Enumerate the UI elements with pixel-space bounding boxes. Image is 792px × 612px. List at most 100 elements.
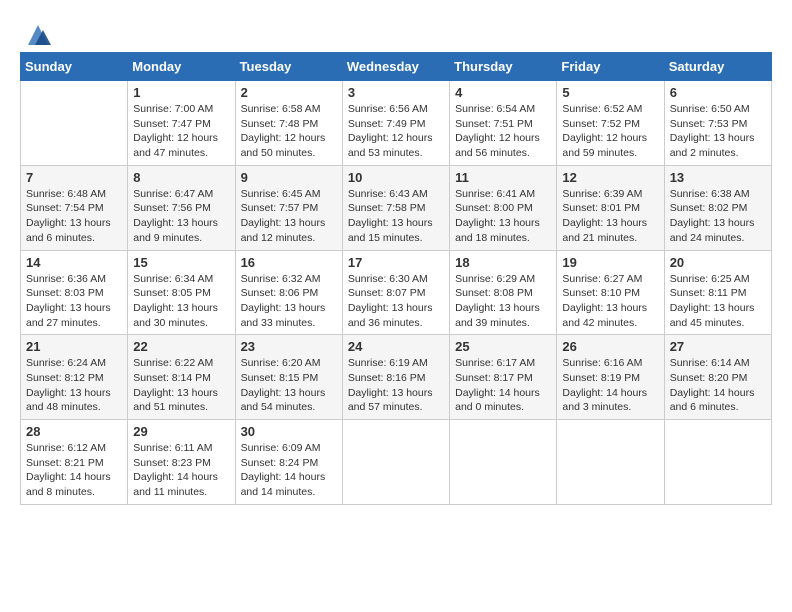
day-info: Sunrise: 6:48 AMSunset: 7:54 PMDaylight:… <box>26 187 122 246</box>
calendar-day-cell: 29 Sunrise: 6:11 AMSunset: 8:23 PMDayligh… <box>128 420 235 505</box>
day-info: Sunrise: 6:27 AMSunset: 8:10 PMDaylight:… <box>562 272 658 331</box>
calendar-day-cell: 20 Sunrise: 6:25 AMSunset: 8:11 PMDayligh… <box>664 250 771 335</box>
calendar-day-cell: 7 Sunrise: 6:48 AMSunset: 7:54 PMDaylight… <box>21 165 128 250</box>
calendar-day-cell: 28Sunrise: 6:12 AMSunset: 8:21 PMDayligh… <box>21 420 128 505</box>
day-info: Sunrise: 6:58 AMSunset: 7:48 PMDaylight:… <box>241 102 337 161</box>
logo <box>20 20 53 42</box>
day-info: Sunrise: 6:22 AMSunset: 8:14 PMDaylight:… <box>133 356 229 415</box>
day-info: Sunrise: 6:54 AMSunset: 7:51 PMDaylight:… <box>455 102 551 161</box>
day-info: Sunrise: 6:12 AMSunset: 8:21 PMDaylight:… <box>26 441 122 500</box>
day-number: 22 <box>133 339 229 354</box>
calendar-day-cell: 5 Sunrise: 6:52 AMSunset: 7:52 PMDaylight… <box>557 81 664 166</box>
day-info: Sunrise: 6:41 AMSunset: 8:00 PMDaylight:… <box>455 187 551 246</box>
day-number: 30 <box>241 424 337 439</box>
day-info: Sunrise: 6:17 AMSunset: 8:17 PMDaylight:… <box>455 356 551 415</box>
calendar-day-cell: 4 Sunrise: 6:54 AMSunset: 7:51 PMDaylight… <box>450 81 557 166</box>
day-number: 23 <box>241 339 337 354</box>
day-info: Sunrise: 6:14 AMSunset: 8:20 PMDaylight:… <box>670 356 766 415</box>
day-number: 5 <box>562 85 658 100</box>
day-info: Sunrise: 6:24 AMSunset: 8:12 PMDaylight:… <box>26 356 122 415</box>
header <box>20 20 772 42</box>
day-number: 14 <box>26 255 122 270</box>
calendar-day-cell: 12 Sunrise: 6:39 AMSunset: 8:01 PMDayligh… <box>557 165 664 250</box>
calendar-day-cell: 19 Sunrise: 6:27 AMSunset: 8:10 PMDayligh… <box>557 250 664 335</box>
calendar-day-cell: 27 Sunrise: 6:14 AMSunset: 8:20 PMDayligh… <box>664 335 771 420</box>
day-number: 27 <box>670 339 766 354</box>
calendar-day-cell: 24 Sunrise: 6:19 AMSunset: 8:16 PMDayligh… <box>342 335 449 420</box>
day-number: 9 <box>241 170 337 185</box>
calendar-day-cell: 30 Sunrise: 6:09 AMSunset: 8:24 PMDayligh… <box>235 420 342 505</box>
day-info: Sunrise: 6:19 AMSunset: 8:16 PMDaylight:… <box>348 356 444 415</box>
day-number: 26 <box>562 339 658 354</box>
calendar-day-cell <box>450 420 557 505</box>
weekday-header: Friday <box>557 53 664 81</box>
day-info: Sunrise: 6:47 AMSunset: 7:56 PMDaylight:… <box>133 187 229 246</box>
day-number: 11 <box>455 170 551 185</box>
weekday-header: Monday <box>128 53 235 81</box>
weekday-header: Saturday <box>664 53 771 81</box>
weekday-header: Sunday <box>21 53 128 81</box>
calendar-table: SundayMondayTuesdayWednesdayThursdayFrid… <box>20 52 772 505</box>
calendar-day-cell <box>21 81 128 166</box>
day-number: 3 <box>348 85 444 100</box>
calendar-day-cell: 8Sunrise: 6:47 AMSunset: 7:56 PMDaylight… <box>128 165 235 250</box>
calendar-day-cell: 11 Sunrise: 6:41 AMSunset: 8:00 PMDayligh… <box>450 165 557 250</box>
calendar-day-cell: 14Sunrise: 6:36 AMSunset: 8:03 PMDayligh… <box>21 250 128 335</box>
calendar-day-cell: 9Sunrise: 6:45 AMSunset: 7:57 PMDaylight… <box>235 165 342 250</box>
calendar-day-cell: 22 Sunrise: 6:22 AMSunset: 8:14 PMDayligh… <box>128 335 235 420</box>
day-info: Sunrise: 6:29 AMSunset: 8:08 PMDaylight:… <box>455 272 551 331</box>
calendar-day-cell: 15 Sunrise: 6:34 AMSunset: 8:05 PMDayligh… <box>128 250 235 335</box>
day-info: Sunrise: 6:39 AMSunset: 8:01 PMDaylight:… <box>562 187 658 246</box>
day-info: Sunrise: 6:20 AMSunset: 8:15 PMDaylight:… <box>241 356 337 415</box>
calendar-week-row: 14Sunrise: 6:36 AMSunset: 8:03 PMDayligh… <box>21 250 772 335</box>
day-info: Sunrise: 6:34 AMSunset: 8:05 PMDaylight:… <box>133 272 229 331</box>
day-number: 13 <box>670 170 766 185</box>
logo-icon <box>23 20 53 50</box>
day-info: Sunrise: 6:38 AMSunset: 8:02 PMDaylight:… <box>670 187 766 246</box>
day-number: 24 <box>348 339 444 354</box>
calendar-day-cell: 17 Sunrise: 6:30 AMSunset: 8:07 PMDayligh… <box>342 250 449 335</box>
calendar-day-cell: 23 Sunrise: 6:20 AMSunset: 8:15 PMDayligh… <box>235 335 342 420</box>
calendar-day-cell: 18 Sunrise: 6:29 AMSunset: 8:08 PMDayligh… <box>450 250 557 335</box>
day-number: 10 <box>348 170 444 185</box>
calendar-week-row: 7 Sunrise: 6:48 AMSunset: 7:54 PMDaylight… <box>21 165 772 250</box>
calendar-day-cell <box>342 420 449 505</box>
day-number: 18 <box>455 255 551 270</box>
calendar-day-cell: 16Sunrise: 6:32 AMSunset: 8:06 PMDayligh… <box>235 250 342 335</box>
day-number: 19 <box>562 255 658 270</box>
calendar-day-cell: 21 Sunrise: 6:24 AMSunset: 8:12 PMDayligh… <box>21 335 128 420</box>
calendar-day-cell: 2 Sunrise: 6:58 AMSunset: 7:48 PMDaylight… <box>235 81 342 166</box>
day-number: 17 <box>348 255 444 270</box>
day-number: 20 <box>670 255 766 270</box>
day-number: 29 <box>133 424 229 439</box>
day-info: Sunrise: 6:56 AMSunset: 7:49 PMDaylight:… <box>348 102 444 161</box>
weekday-header: Wednesday <box>342 53 449 81</box>
calendar-day-cell: 3 Sunrise: 6:56 AMSunset: 7:49 PMDaylight… <box>342 81 449 166</box>
calendar-week-row: 21 Sunrise: 6:24 AMSunset: 8:12 PMDayligh… <box>21 335 772 420</box>
day-info: Sunrise: 6:09 AMSunset: 8:24 PMDaylight:… <box>241 441 337 500</box>
day-info: Sunrise: 6:30 AMSunset: 8:07 PMDaylight:… <box>348 272 444 331</box>
day-info: Sunrise: 7:00 AMSunset: 7:47 PMDaylight:… <box>133 102 229 161</box>
day-info: Sunrise: 6:25 AMSunset: 8:11 PMDaylight:… <box>670 272 766 331</box>
calendar-header-row: SundayMondayTuesdayWednesdayThursdayFrid… <box>21 53 772 81</box>
day-number: 7 <box>26 170 122 185</box>
calendar-day-cell <box>664 420 771 505</box>
calendar-week-row: 1 Sunrise: 7:00 AMSunset: 7:47 PMDaylight… <box>21 81 772 166</box>
day-number: 1 <box>133 85 229 100</box>
day-info: Sunrise: 6:11 AMSunset: 8:23 PMDaylight:… <box>133 441 229 500</box>
calendar-day-cell <box>557 420 664 505</box>
day-number: 21 <box>26 339 122 354</box>
day-number: 15 <box>133 255 229 270</box>
day-number: 4 <box>455 85 551 100</box>
calendar-day-cell: 1 Sunrise: 7:00 AMSunset: 7:47 PMDaylight… <box>128 81 235 166</box>
day-info: Sunrise: 6:16 AMSunset: 8:19 PMDaylight:… <box>562 356 658 415</box>
calendar-day-cell: 13 Sunrise: 6:38 AMSunset: 8:02 PMDayligh… <box>664 165 771 250</box>
weekday-header: Tuesday <box>235 53 342 81</box>
day-number: 6 <box>670 85 766 100</box>
day-number: 16 <box>241 255 337 270</box>
calendar-day-cell: 10Sunrise: 6:43 AMSunset: 7:58 PMDayligh… <box>342 165 449 250</box>
day-number: 12 <box>562 170 658 185</box>
day-number: 2 <box>241 85 337 100</box>
day-info: Sunrise: 6:52 AMSunset: 7:52 PMDaylight:… <box>562 102 658 161</box>
calendar-day-cell: 25Sunrise: 6:17 AMSunset: 8:17 PMDayligh… <box>450 335 557 420</box>
